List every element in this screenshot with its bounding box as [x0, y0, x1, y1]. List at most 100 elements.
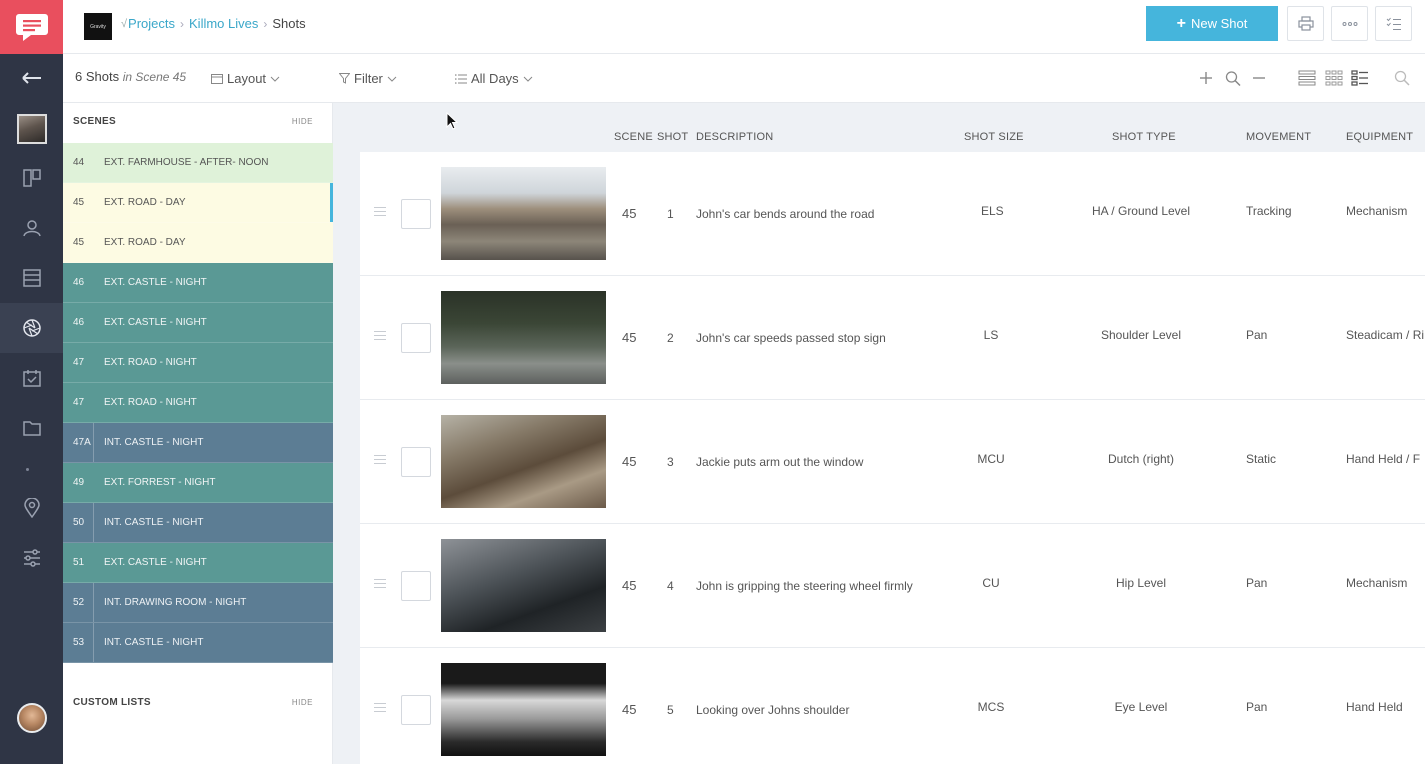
stripboard-icon[interactable] — [0, 253, 63, 303]
breadcrumb-project[interactable]: Killmo Lives — [189, 16, 258, 31]
drag-handle-icon[interactable] — [374, 579, 386, 591]
calendar-check-icon[interactable] — [0, 353, 63, 403]
column-shot-size[interactable]: SHOT SIZE — [964, 131, 1024, 143]
cell-shot-size[interactable]: CU — [981, 576, 1001, 590]
cell-description[interactable]: John's car bends around the road — [696, 207, 874, 221]
grid-view-icon[interactable] — [1325, 69, 1343, 90]
shot-thumbnail[interactable] — [441, 663, 606, 756]
scene-row[interactable]: 44 EXT. FARMHOUSE - AFTER- NOON — [63, 143, 333, 183]
search-icon[interactable] — [1394, 69, 1410, 90]
cell-equipment[interactable]: Mechanism — [1346, 204, 1407, 218]
detail-view-icon[interactable] — [1351, 69, 1369, 90]
shot-thumbnail[interactable] — [441, 167, 606, 260]
cell-shot-size[interactable]: MCU — [971, 452, 1011, 466]
zoom-plus-icon[interactable] — [1199, 69, 1213, 90]
cell-description[interactable]: John is gripping the steering wheel firm… — [696, 579, 913, 593]
users-icon[interactable] — [0, 203, 63, 253]
scene-row[interactable]: 46 EXT. CASTLE - NIGHT — [63, 263, 333, 303]
row-checkbox[interactable] — [401, 447, 431, 477]
scene-label: INT. CASTLE - NIGHT — [104, 517, 204, 528]
cell-equipment[interactable]: Hand Held — [1346, 700, 1403, 714]
column-description[interactable]: DESCRIPTION — [696, 131, 773, 143]
zoom-magnifier-icon[interactable] — [1225, 69, 1241, 90]
back-arrow-icon[interactable] — [0, 53, 63, 103]
filter-dropdown[interactable]: Filter — [339, 71, 397, 86]
cell-shot-size[interactable]: MCS — [971, 700, 1011, 714]
app-logo[interactable] — [0, 0, 63, 54]
scene-row[interactable]: 53 INT. CASTLE - NIGHT — [63, 623, 333, 663]
column-shot[interactable]: SHOT — [657, 131, 688, 143]
checklist-button[interactable] — [1375, 6, 1412, 41]
table-row[interactable]: 45 2 John's car speeds passed stop sign … — [360, 276, 1425, 400]
cell-movement[interactable]: Tracking — [1246, 204, 1292, 218]
table-row[interactable]: 45 4 John is gripping the steering wheel… — [360, 524, 1425, 648]
cell-equipment[interactable]: Hand Held / F — [1346, 452, 1420, 466]
scene-row[interactable]: 49 EXT. FORREST - NIGHT — [63, 463, 333, 503]
user-avatar-square[interactable] — [0, 104, 63, 154]
column-movement[interactable]: MOVEMENT — [1246, 131, 1311, 143]
table-row[interactable]: 45 3 Jackie puts arm out the window MCU … — [360, 400, 1425, 524]
scene-row[interactable]: 47A INT. CASTLE - NIGHT — [63, 423, 333, 463]
scene-row-selected[interactable]: 45 EXT. ROAD - DAY — [63, 183, 333, 223]
column-shot-type[interactable]: SHOT TYPE — [1112, 131, 1176, 143]
row-checkbox[interactable] — [401, 199, 431, 229]
days-dropdown[interactable]: All Days — [455, 71, 533, 86]
breadcrumb-projects[interactable]: Projects — [128, 16, 175, 31]
scene-row[interactable]: 47 EXT. ROAD - NIGHT — [63, 343, 333, 383]
board-icon[interactable] — [0, 153, 63, 203]
shot-thumbnail[interactable] — [441, 291, 606, 384]
table-row[interactable]: 45 5 Looking over Johns shoulder MCS Eye… — [360, 648, 1425, 764]
drag-handle-icon[interactable] — [374, 703, 386, 715]
shot-thumbnail[interactable] — [441, 539, 606, 632]
scene-row[interactable]: 47 EXT. ROAD - NIGHT — [63, 383, 333, 423]
cell-shot-type[interactable]: Shoulder Level — [1071, 328, 1211, 342]
scene-row[interactable]: 52 INT. DRAWING ROOM - NIGHT — [63, 583, 333, 623]
filter-icon — [339, 73, 350, 84]
row-checkbox[interactable] — [401, 323, 431, 353]
project-logo[interactable]: Gravity — [84, 13, 112, 40]
aperture-icon[interactable] — [0, 303, 63, 353]
print-button[interactable] — [1287, 6, 1324, 41]
cell-shot-type[interactable]: HA / Ground Level — [1071, 204, 1211, 218]
layout-dropdown[interactable]: Layout — [211, 71, 280, 86]
scene-row[interactable]: 45 EXT. ROAD - DAY — [63, 223, 333, 263]
new-shot-button[interactable]: + New Shot — [1146, 6, 1278, 41]
column-equipment[interactable]: EQUIPMENT — [1346, 131, 1413, 143]
row-checkbox[interactable] — [401, 571, 431, 601]
cell-equipment[interactable]: Steadicam / Ri — [1346, 328, 1424, 342]
settings-sliders-icon[interactable] — [0, 533, 63, 583]
drag-handle-icon[interactable] — [374, 331, 386, 343]
cell-movement[interactable]: Pan — [1246, 700, 1267, 714]
custom-lists-hide-button[interactable]: HIDE — [292, 698, 313, 707]
cell-shot-size[interactable]: LS — [981, 328, 1001, 342]
table-row[interactable]: 45 1 John's car bends around the road EL… — [360, 152, 1425, 276]
column-scene[interactable]: SCENE — [614, 131, 653, 143]
scene-row[interactable]: 50 INT. CASTLE - NIGHT — [63, 503, 333, 543]
row-checkbox[interactable] — [401, 695, 431, 725]
list-view-icon[interactable] — [1298, 69, 1316, 90]
cell-movement[interactable]: Pan — [1246, 328, 1267, 342]
cell-movement[interactable]: Pan — [1246, 576, 1267, 590]
cell-shot-type[interactable]: Eye Level — [1071, 700, 1211, 714]
drag-handle-icon[interactable] — [374, 207, 386, 219]
cell-shot-type[interactable]: Hip Level — [1071, 576, 1211, 590]
chevron-down-icon — [270, 76, 280, 82]
cell-movement[interactable]: Static — [1246, 452, 1276, 466]
cell-shot-type[interactable]: Dutch (right) — [1071, 452, 1211, 466]
drag-handle-icon[interactable] — [374, 455, 386, 467]
folder-icon[interactable] — [0, 403, 63, 453]
cell-equipment[interactable]: Mechanism — [1346, 576, 1407, 590]
location-pin-icon[interactable] — [0, 483, 63, 533]
zoom-minus-icon[interactable] — [1252, 69, 1266, 90]
profile-avatar[interactable] — [0, 693, 63, 743]
cell-description[interactable]: John's car speeds passed stop sign — [696, 331, 886, 345]
cell-description[interactable]: Looking over Johns shoulder — [696, 703, 849, 717]
more-options-button[interactable] — [1331, 6, 1368, 41]
divider-dot — [26, 468, 29, 471]
shot-thumbnail[interactable] — [441, 415, 606, 508]
scene-row[interactable]: 51 EXT. CASTLE - NIGHT — [63, 543, 333, 583]
cell-shot-size[interactable]: ELS — [981, 204, 1004, 218]
scene-row[interactable]: 46 EXT. CASTLE - NIGHT — [63, 303, 333, 343]
cell-description[interactable]: Jackie puts arm out the window — [696, 455, 863, 469]
scenes-hide-button[interactable]: HIDE — [292, 117, 313, 126]
